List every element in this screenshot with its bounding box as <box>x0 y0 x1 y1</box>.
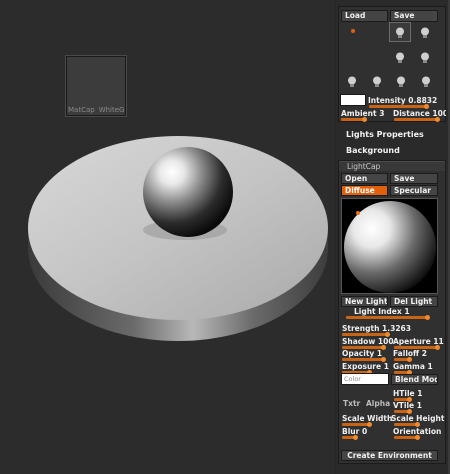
blur-value: 0 <box>361 427 368 436</box>
lightcap-preview[interactable] <box>341 198 438 294</box>
falloff-slider-fill[interactable] <box>394 357 412 362</box>
color-field[interactable]: Color <box>341 373 389 385</box>
load-button[interactable]: Load <box>341 10 388 22</box>
strength-label: Strength <box>342 324 380 333</box>
render-scene <box>28 136 328 341</box>
ambient-slider-fill[interactable] <box>341 117 367 122</box>
intensity-slider-fill[interactable] <box>369 104 429 109</box>
lightbulb-icon[interactable] <box>418 50 432 64</box>
shadow-label: Shadow <box>342 337 376 346</box>
aperture-label: Aperture <box>393 337 431 346</box>
lightbulb-icon[interactable] <box>418 25 432 39</box>
scale-height-slider-fill[interactable] <box>394 422 420 427</box>
opacity-slider-fill[interactable] <box>342 357 386 362</box>
lights-properties-header[interactable]: Lights Properties <box>346 130 424 139</box>
background-header[interactable]: Background <box>346 146 400 155</box>
light-color-swatch[interactable] <box>340 94 366 106</box>
shadow-value: 100 <box>377 337 394 346</box>
open-button[interactable]: Open <box>341 173 388 184</box>
lightbulb-icon[interactable] <box>419 74 433 88</box>
scale-width-slider-fill[interactable] <box>342 422 372 427</box>
3d-viewport[interactable]: MatCap WhiteG <box>0 0 335 474</box>
lightbulb-icon[interactable] <box>393 50 407 64</box>
light-index-slider-fill[interactable] <box>346 315 430 320</box>
distance-value: 100 <box>432 109 446 118</box>
light-index-label: Light Index <box>354 307 402 316</box>
lightbulb-icon[interactable] <box>345 74 359 88</box>
lightcap-title[interactable]: LightCap <box>339 161 445 171</box>
lightbulb-icon[interactable] <box>394 74 408 88</box>
save-button[interactable]: Save <box>390 10 438 22</box>
htile-value: 1 <box>417 389 423 398</box>
strength-slider-fill[interactable] <box>342 332 390 337</box>
gamma-value: 1 <box>427 362 433 371</box>
orientation-slider-fill[interactable] <box>394 435 420 440</box>
lightcap-save-button[interactable]: Save <box>390 173 438 184</box>
vtile-slider-fill[interactable] <box>394 409 412 414</box>
distance-label: Distance <box>393 109 430 118</box>
ambient-value: 3 <box>379 109 385 118</box>
exposure-value: 1 <box>383 362 389 371</box>
intensity-label: Intensity <box>368 96 406 105</box>
diffuse-tab[interactable]: Diffuse <box>341 185 388 196</box>
create-environment-button[interactable]: Create Environment <box>341 450 438 461</box>
falloff-value: 2 <box>421 349 427 358</box>
blend-mode-button[interactable]: Blend Mode <box>391 374 438 385</box>
htile-label: HTile <box>393 389 415 398</box>
blur-slider-fill[interactable] <box>342 435 358 440</box>
lightbulb-icon[interactable] <box>393 25 407 39</box>
ambient-label: Ambient <box>341 109 377 118</box>
opacity-label: Opacity <box>342 349 375 358</box>
light-index-value: 1 <box>404 307 410 316</box>
sphere <box>143 147 233 237</box>
new-light-button[interactable]: New Light <box>341 296 388 307</box>
falloff-label: Falloff <box>393 349 420 358</box>
alpha-label[interactable]: Alpha <box>366 399 390 409</box>
txtr-label[interactable]: Txtr <box>343 399 360 409</box>
del-light-button[interactable]: Del Light <box>390 296 438 307</box>
vtile-value: 1 <box>416 401 422 410</box>
specular-tab[interactable]: Specular <box>390 185 438 196</box>
lightbulb-icon[interactable] <box>370 74 384 88</box>
selected-dot <box>351 29 355 33</box>
intensity-value: 0.8832 <box>408 96 438 105</box>
distance-slider-fill[interactable] <box>394 117 440 122</box>
exposure-label: Exposure <box>342 362 382 371</box>
light-panel: Load Save Intensity 0.8832 Ambient 3 Dis… <box>336 0 450 474</box>
